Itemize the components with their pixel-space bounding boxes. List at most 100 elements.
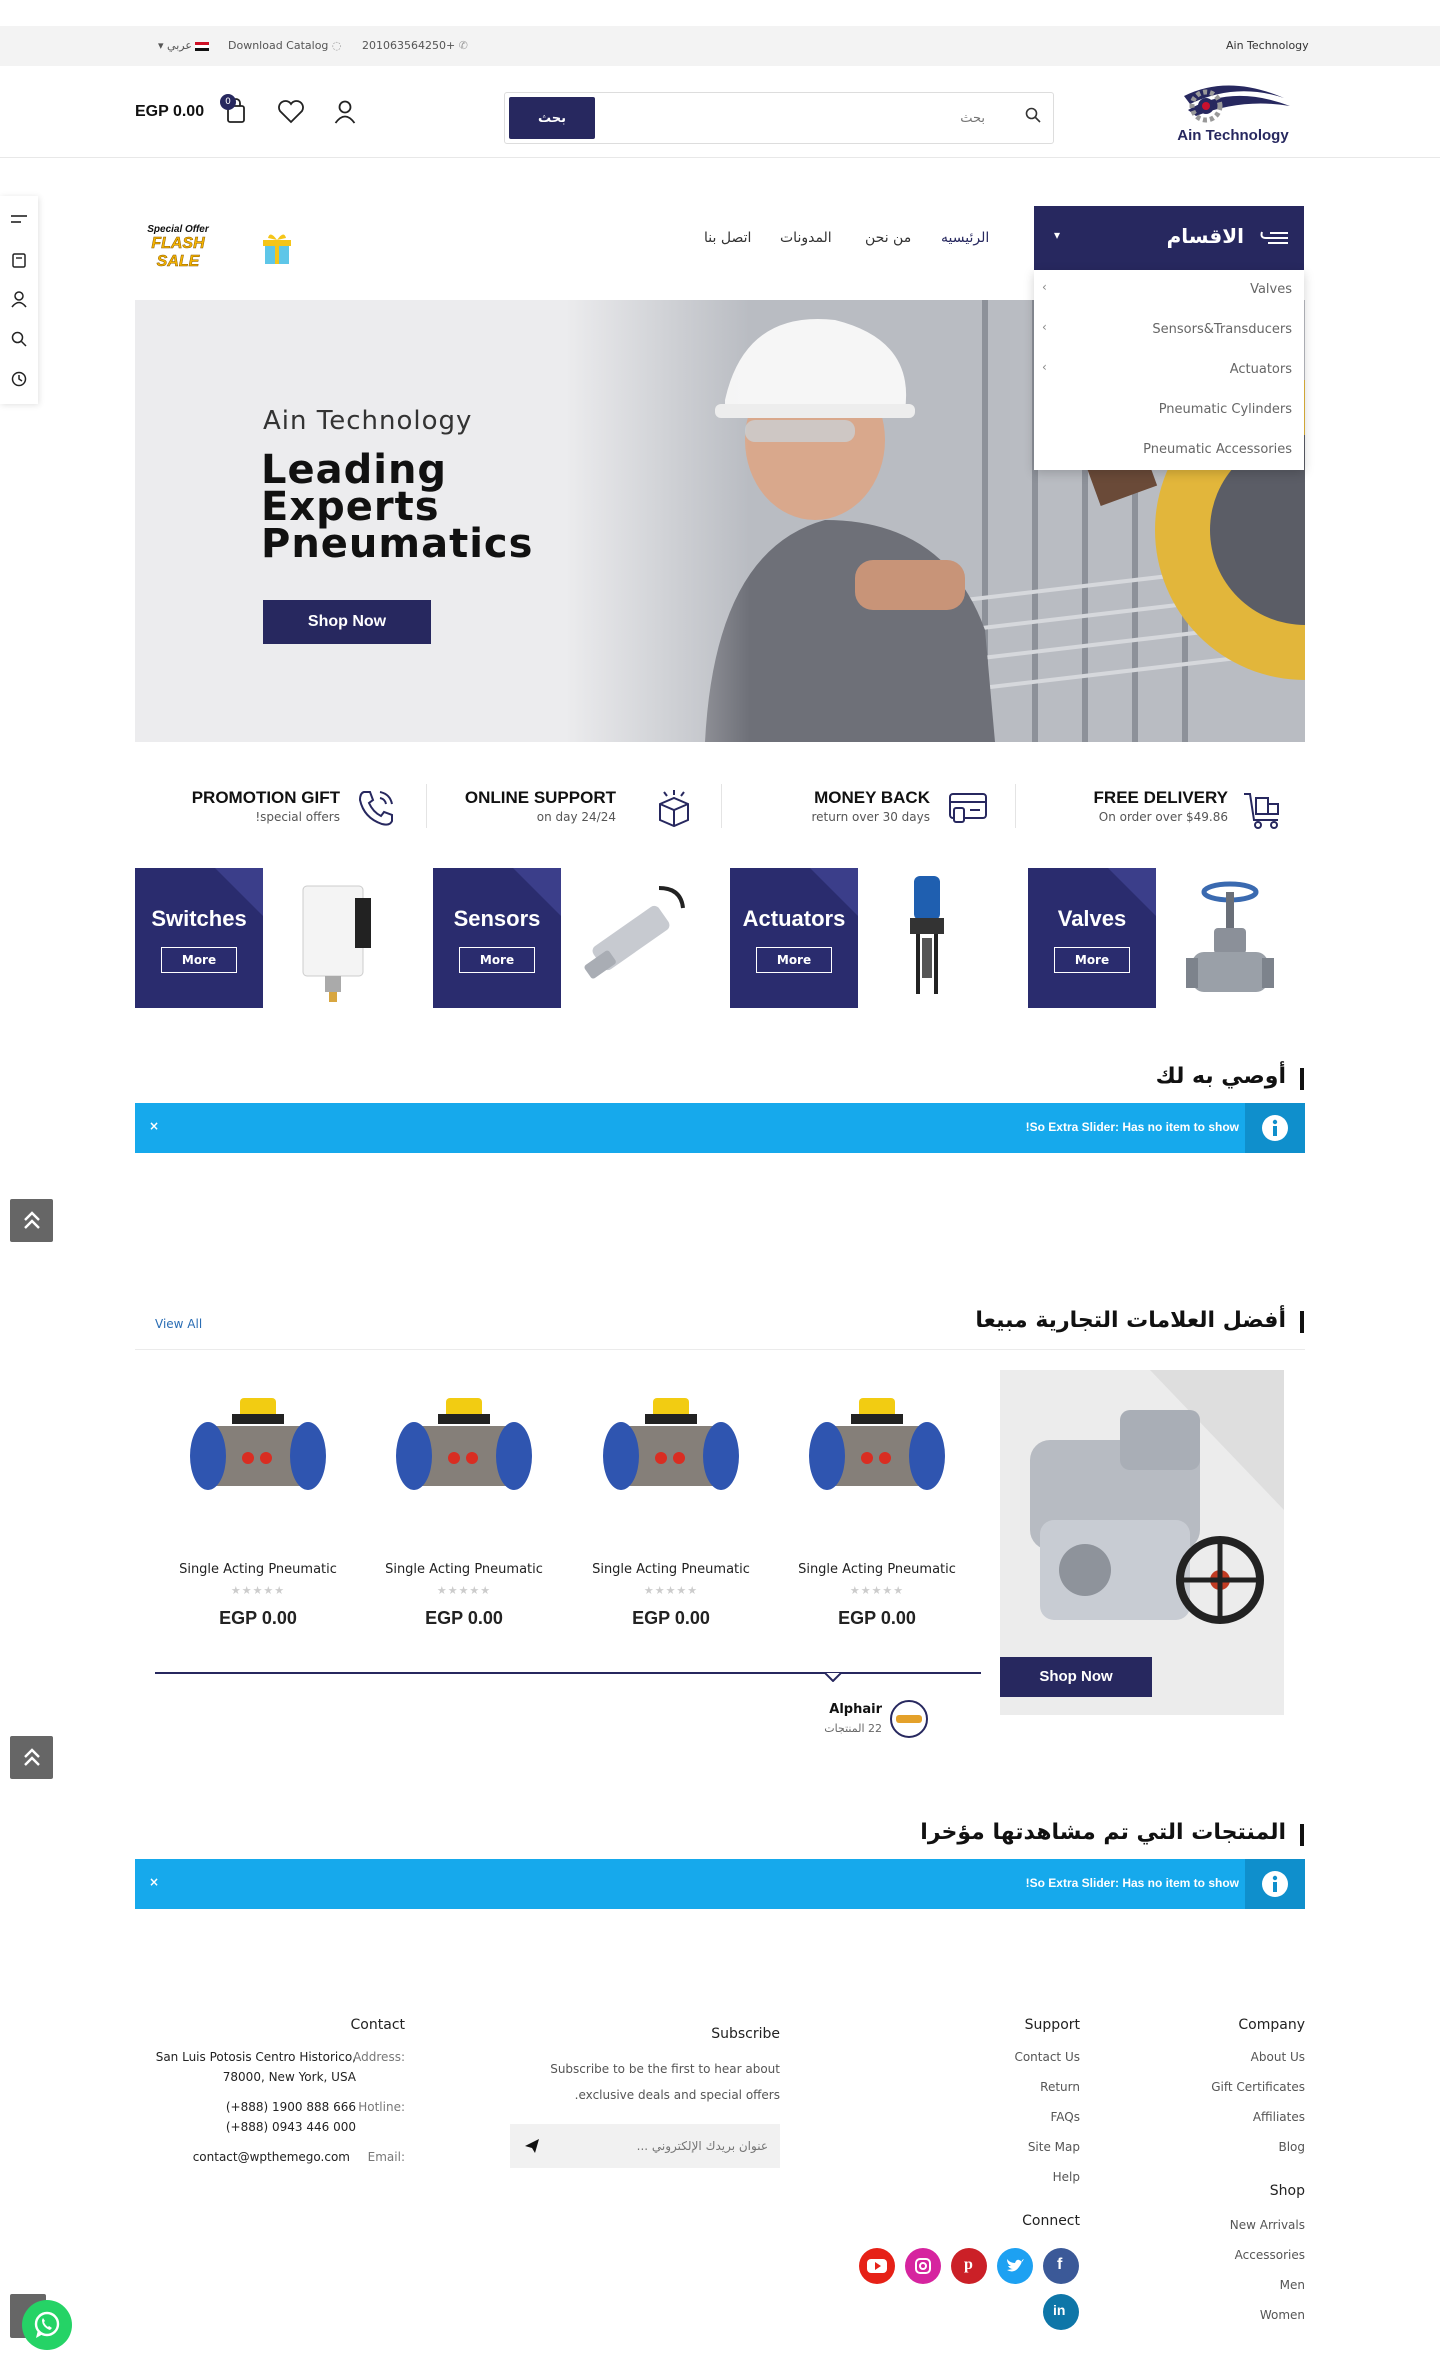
contact-email[interactable]: contact@wpthemego.com xyxy=(193,2150,350,2164)
brand-product-count: 22 المنتجات xyxy=(824,1722,882,1735)
nav-link-blog[interactable]: المدونات xyxy=(780,230,832,246)
newsletter-email-input[interactable] xyxy=(548,2134,768,2158)
facebook-icon[interactable]: f xyxy=(1043,2248,1079,2284)
flash-sale-promo[interactable]: Special Offer FLASH SALE xyxy=(138,224,218,271)
catalog-text: Download Catalog xyxy=(228,39,329,52)
category-item-actuators[interactable]: ‹ Actuators xyxy=(1034,350,1304,390)
product-name[interactable]: Single Acting Pneumatic xyxy=(369,1562,559,1577)
category-more-button[interactable]: More xyxy=(161,947,237,973)
footer-link[interactable]: Site Map xyxy=(1028,2140,1080,2154)
footer-link[interactable]: Women xyxy=(1260,2308,1305,2322)
footer-connect-title: Connect xyxy=(1022,2213,1080,2229)
address-line2: 78000, New York, USA xyxy=(222,2070,356,2084)
brand-tab-alphair[interactable]: Alphair 22 المنتجات xyxy=(820,1698,940,1742)
rating-stars: ★★★★★ xyxy=(230,1584,286,1597)
product-name[interactable]: Single Acting Pneumatic xyxy=(576,1562,766,1577)
menu-lines-icon[interactable] xyxy=(10,210,28,228)
rating-stars: ★★★★★ xyxy=(643,1584,699,1597)
search-input[interactable] xyxy=(605,97,985,139)
footer-link[interactable]: Blog xyxy=(1278,2140,1305,2154)
brand-logo xyxy=(890,1700,928,1738)
brands-banner[interactable]: Shop Now xyxy=(1000,1370,1284,1715)
footer-link[interactable]: Affiliates xyxy=(1253,2110,1305,2124)
product-name[interactable]: Single Acting Pneumatic xyxy=(163,1562,353,1577)
tab-pointer xyxy=(824,1672,842,1682)
footer-link[interactable]: Contact Us xyxy=(1014,2050,1080,2064)
product-name[interactable]: Single Acting Pneumatic xyxy=(782,1562,972,1577)
cart-side-icon[interactable] xyxy=(10,250,28,268)
whatsapp-chat-button[interactable] xyxy=(22,2300,72,2350)
wishlist-heart-icon[interactable] xyxy=(277,100,305,128)
history-side-icon[interactable] xyxy=(10,370,28,388)
eye-gear-logo-icon: Ain Technology xyxy=(1177,85,1290,144)
back-to-top-button[interactable] xyxy=(10,1736,53,1779)
language-switcher[interactable]: ▾ عربي xyxy=(158,39,210,52)
send-icon[interactable] xyxy=(524,2138,540,2154)
category-banner-sensors[interactable]: Sensors More xyxy=(433,868,691,1008)
top-bar-phone[interactable]: 201063564250+ ✆ xyxy=(362,39,468,52)
category-banner-valves[interactable]: Valves More xyxy=(1028,868,1286,1008)
footer-link[interactable]: FAQs xyxy=(1051,2110,1081,2124)
close-icon[interactable]: × xyxy=(149,1119,159,1133)
twitter-icon[interactable] xyxy=(997,2248,1033,2284)
electric-actuator-image xyxy=(910,876,944,994)
search-button[interactable]: بحث xyxy=(509,97,595,139)
cart-button[interactable]: 0 xyxy=(220,94,246,128)
footer-link[interactable]: Accessories xyxy=(1235,2248,1305,2262)
footer-link[interactable]: New Arrivals xyxy=(1230,2218,1305,2232)
phone-call-icon xyxy=(358,791,393,826)
nav-link-home[interactable]: الرئيسيه xyxy=(941,230,989,246)
chevron-left-icon: ‹ xyxy=(1042,360,1047,374)
nav-link-about[interactable]: من نحن xyxy=(865,230,911,246)
footer-link[interactable]: Return xyxy=(1040,2080,1080,2094)
category-item-cylinders[interactable]: Pneumatic Cylinders xyxy=(1034,390,1304,430)
cart-total: EGP 0.00 xyxy=(135,103,205,120)
brands-shop-now-button[interactable]: Shop Now xyxy=(1000,1657,1152,1697)
user-side-icon[interactable] xyxy=(10,290,28,308)
footer-link[interactable]: Help xyxy=(1053,2170,1080,2184)
category-more-button[interactable]: More xyxy=(1054,947,1130,973)
category-banner-title: Sensors xyxy=(453,906,541,931)
hotline-number1[interactable]: (+888) 1900 888 666 xyxy=(226,2100,356,2114)
hotline-number2[interactable]: (+888) 0943 446 000 xyxy=(226,2120,356,2134)
nav-link-contact[interactable]: اتصل بنا xyxy=(704,230,751,246)
category-banner-title: Switches xyxy=(151,906,247,931)
categories-title: الاقسام xyxy=(1166,224,1244,248)
pinterest-icon[interactable]: p xyxy=(951,2248,987,2284)
categories-dropdown: ‹ Valves ‹ Sensors&Transducers ‹ Actuators … xyxy=(1034,270,1304,470)
feature-subtitle: !special offers xyxy=(255,810,340,824)
double-chevron-up-icon xyxy=(24,1211,40,1229)
hero-shop-now-button[interactable]: Shop Now xyxy=(263,600,431,644)
category-banner-actuators[interactable]: Actuators More xyxy=(730,868,988,1008)
categories-menu-toggle[interactable]: ▾ الاقسام xyxy=(1034,206,1304,270)
info-icon xyxy=(1245,1103,1305,1153)
footer-link[interactable]: Men xyxy=(1280,2278,1305,2292)
category-item-valves[interactable]: ‹ Valves xyxy=(1034,270,1304,310)
close-icon[interactable]: × xyxy=(149,1875,159,1889)
view-all-link[interactable]: View All xyxy=(155,1317,202,1331)
header: Ain Technology بحث 0 EGP 0.00 xyxy=(0,66,1440,158)
account-icon[interactable] xyxy=(334,100,356,128)
feature-title: PROMOTION GIFT xyxy=(191,788,340,807)
back-to-top-button[interactable] xyxy=(10,1199,53,1242)
category-banner-switches[interactable]: Switches More xyxy=(135,868,393,1008)
youtube-icon[interactable] xyxy=(859,2248,895,2284)
footer-support-title: Support xyxy=(1024,2017,1080,2033)
pressure-sensor-image xyxy=(584,886,685,979)
footer-link[interactable]: Gift Certificates xyxy=(1211,2080,1305,2094)
chevron-down-icon: ▾ xyxy=(158,39,164,52)
category-more-button[interactable]: More xyxy=(756,947,832,973)
instagram-icon[interactable] xyxy=(905,2248,941,2284)
search-side-icon[interactable] xyxy=(10,330,28,348)
download-catalog-link[interactable]: Download Catalog ◌ xyxy=(228,39,342,52)
recently-viewed-title: المنتجات التي تم مشاهدتها مؤخرا xyxy=(920,1820,1286,1845)
footer-link[interactable]: About Us xyxy=(1251,2050,1305,2064)
linkedin-icon[interactable]: in xyxy=(1043,2294,1079,2330)
category-item-accessories[interactable]: Pneumatic Accessories xyxy=(1034,430,1304,470)
site-logo[interactable]: Ain Technology xyxy=(1166,76,1300,146)
chevron-left-icon: ‹ xyxy=(1042,320,1047,334)
category-item-sensors[interactable]: ‹ Sensors&Transducers xyxy=(1034,310,1304,350)
brand-tab-line xyxy=(155,1672,981,1674)
product-price: EGP 0.00 xyxy=(838,1608,916,1628)
category-more-button[interactable]: More xyxy=(459,947,535,973)
